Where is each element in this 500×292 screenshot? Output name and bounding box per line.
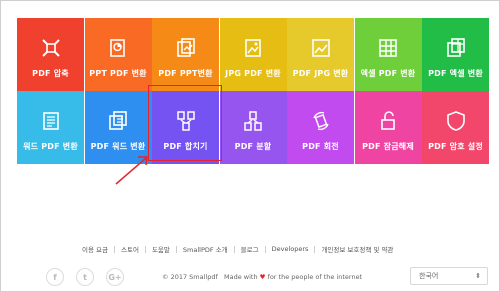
footer-link-about[interactable]: SmallPDF 소개 xyxy=(177,244,234,254)
tool-tile-8[interactable]: 워드 PDF 변환 xyxy=(17,91,84,164)
footer-link-blog[interactable]: 블로그 xyxy=(235,244,265,254)
tool-tile-7[interactable]: PDF 엑셀 변환 xyxy=(422,18,489,91)
tool-tile-label: PDF PPT변환 xyxy=(158,69,213,78)
copyright-suffix: for the people of the internet xyxy=(267,273,363,281)
jpg-to-pdf-icon xyxy=(242,37,264,59)
tool-tile-label: PDF 암호 설정 xyxy=(428,142,483,151)
tool-tile-label: JPG PDF 변환 xyxy=(225,69,281,78)
unlock-icon xyxy=(377,110,399,132)
facebook-icon[interactable]: f xyxy=(46,268,64,286)
tool-tile-3[interactable]: PDF PPT변환 xyxy=(152,18,219,91)
twitter-icon[interactable]: t xyxy=(76,268,94,286)
tool-tile-13[interactable]: PDF 잠금해제 xyxy=(354,91,422,164)
copyright-text: © 2017 Smallpdf Made with ♥ for the peop… xyxy=(162,273,362,281)
excel-to-pdf-icon xyxy=(377,37,399,59)
tool-tile-label: PDF 회전 xyxy=(302,142,339,151)
footer-links: 이용 요금 스토어 도움말 SmallPDF 소개 블로그 Developers… xyxy=(76,243,399,255)
word-to-pdf-icon xyxy=(40,110,62,132)
compress-icon xyxy=(40,37,62,59)
google-plus-icon[interactable]: G+ xyxy=(106,268,124,286)
shield-icon xyxy=(445,110,467,132)
tool-tile-4[interactable]: JPG PDF 변환 xyxy=(219,18,287,91)
twitter-glyph: t xyxy=(83,272,87,282)
tool-tile-2[interactable]: PPT PDF 변환 xyxy=(84,18,152,91)
tool-tile-5[interactable]: PDF JPG 변환 xyxy=(287,18,354,91)
footer-link-developers[interactable]: Developers xyxy=(266,245,315,253)
tool-tile-label: PDF 분할 xyxy=(234,142,272,151)
tool-tile-label: PDF 합치기 xyxy=(163,142,208,151)
tool-tile-label: 엑셀 PDF 변환 xyxy=(360,69,416,78)
tool-tile-1[interactable]: PDF 압축 xyxy=(17,18,84,91)
tool-tile-11[interactable]: PDF 분할 xyxy=(219,91,287,164)
tool-tile-label: PDF 잠금해제 xyxy=(362,142,414,151)
pdf-to-jpg-icon xyxy=(310,37,332,59)
ppt-to-pdf-icon xyxy=(107,37,129,59)
footer-link-store[interactable]: 스토어 xyxy=(115,244,145,254)
pdf-to-word-icon xyxy=(107,110,129,132)
pdf-to-excel-icon xyxy=(445,37,467,59)
split-icon xyxy=(242,110,264,132)
chevron-updown-icon: ⬍ xyxy=(475,272,481,280)
tool-tile-14[interactable]: PDF 암호 설정 xyxy=(422,91,489,164)
language-select[interactable]: 한국어 ⬍ xyxy=(410,267,488,285)
tool-tile-label: 워드 PDF 변환 xyxy=(23,142,78,151)
tool-tile-label: PDF JPG 변환 xyxy=(292,69,349,78)
tool-tile-12[interactable]: PDF 회전 xyxy=(287,91,354,164)
annotation-arrow xyxy=(115,156,148,185)
tool-tile-label: PPT PDF 변환 xyxy=(89,69,147,78)
tool-tile-10[interactable]: PDF 합치기 xyxy=(152,91,219,164)
tool-grid: PDF 압축 PPT PDF 변환 PDF PPT변환 JPG PDF 변환 PDF J… xyxy=(17,18,490,164)
language-value: 한국어 xyxy=(419,272,439,280)
copyright-made: Made with xyxy=(223,273,258,281)
tool-tile-6[interactable]: 엑셀 PDF 변환 xyxy=(354,18,422,91)
footer-link-pricing[interactable]: 이용 요금 xyxy=(76,244,114,254)
tool-tile-label: PDF 엑셀 변환 xyxy=(428,69,483,78)
footer-link-help[interactable]: 도움말 xyxy=(146,244,176,254)
footer-link-privacy[interactable]: 개인정보 보호정책 및 약관 xyxy=(315,244,399,254)
google-plus-glyph: G+ xyxy=(108,272,122,282)
heart-icon: ♥ xyxy=(259,273,266,281)
rotate-icon xyxy=(310,110,332,132)
copyright-prefix: © 2017 Smallpdf xyxy=(162,273,218,281)
merge-icon xyxy=(175,110,197,132)
tool-tile-label: PDF 압축 xyxy=(32,69,69,78)
pdf-to-ppt-icon xyxy=(175,37,197,59)
facebook-glyph: f xyxy=(53,272,57,282)
